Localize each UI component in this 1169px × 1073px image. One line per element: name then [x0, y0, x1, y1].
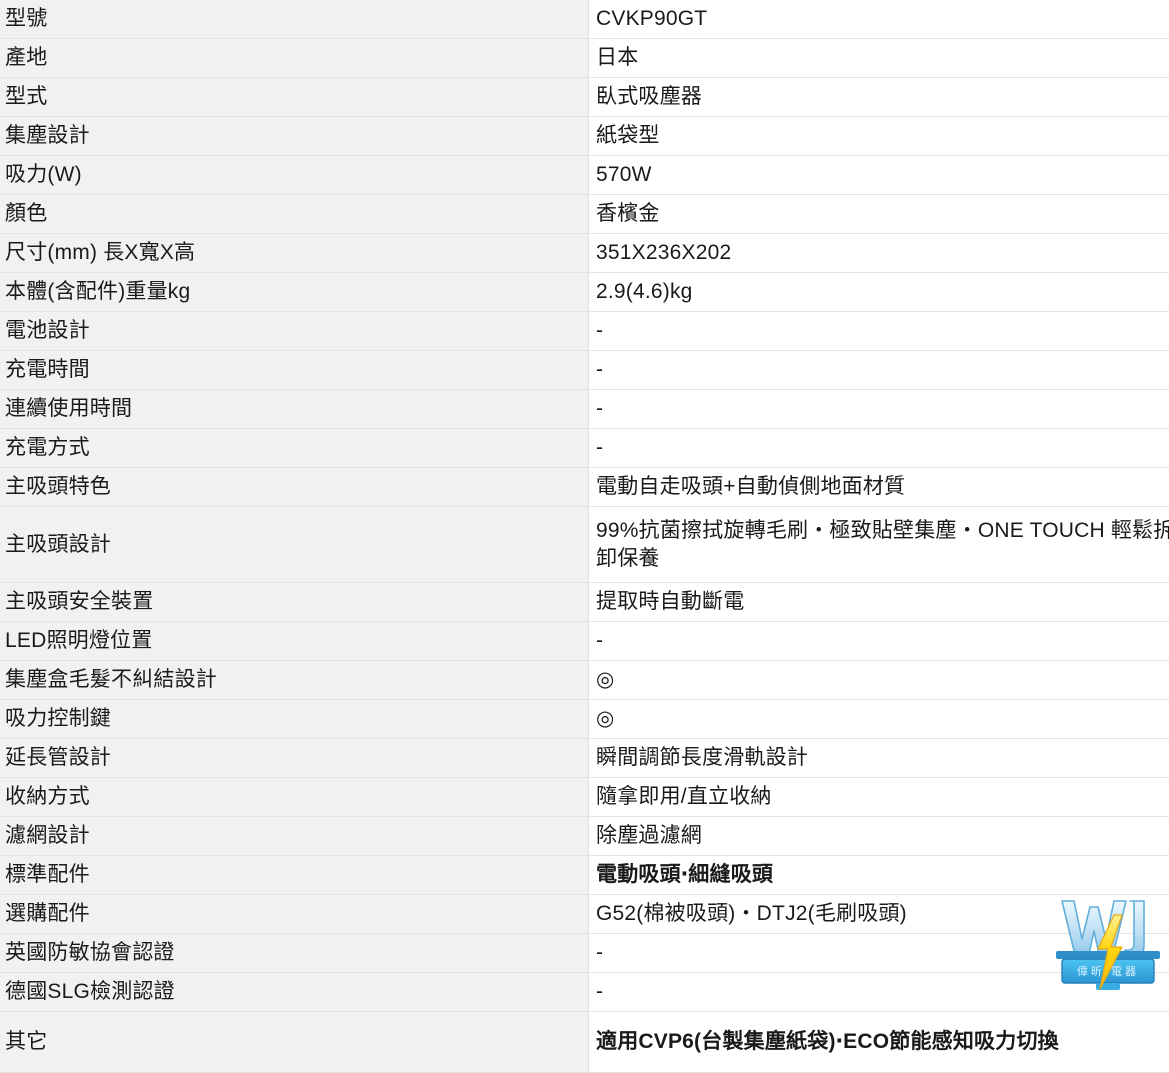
table-row: LED照明燈位置- [0, 622, 1169, 661]
table-row: 產地日本 [0, 39, 1169, 78]
spec-label-cell: 延長管設計 [0, 739, 589, 778]
spec-value-cell: 除塵過濾網 [589, 817, 1169, 856]
spec-label-cell: 濾網設計 [0, 817, 589, 856]
table-row: 延長管設計瞬間調節長度滑軌設計 [0, 739, 1169, 778]
spec-value-cell: - [589, 429, 1169, 468]
table-row: 吸力(W)570W [0, 156, 1169, 195]
table-row: 主吸頭安全裝置提取時自動斷電 [0, 583, 1169, 622]
spec-label-cell: 英國防敏協會認證 [0, 934, 589, 973]
spec-label-cell: 主吸頭安全裝置 [0, 583, 589, 622]
table-row: 選購配件G52(棉被吸頭)・DTJ2(毛刷吸頭) [0, 895, 1169, 934]
spec-value-cell: 適用CVP6(台製集塵紙袋)‧ECO節能感知吸力切換 [589, 1012, 1169, 1073]
table-row: 顏色香檳金 [0, 195, 1169, 234]
table-row: 充電方式- [0, 429, 1169, 468]
spec-label-cell: 充電時間 [0, 351, 589, 390]
spec-label-cell: 本體(含配件)重量kg [0, 273, 589, 312]
spec-label-cell: 充電方式 [0, 429, 589, 468]
spec-label-cell: 集塵盒毛髮不糾結設計 [0, 661, 589, 700]
table-row: 德國SLG檢測認證- [0, 973, 1169, 1012]
spec-value-cell: 瞬間調節長度滑軌設計 [589, 739, 1169, 778]
table-row: 主吸頭設計99%抗菌擦拭旋轉毛刷・極致貼壁集塵・ONE TOUCH 輕鬆拆卸保養 [0, 507, 1169, 583]
spec-value-cell: - [589, 934, 1169, 973]
spec-label-cell: 型式 [0, 78, 589, 117]
spec-value-cell: 提取時自動斷電 [589, 583, 1169, 622]
product-specification-table: 型號CVKP90GT產地日本型式臥式吸塵器集塵設計紙袋型吸力(W)570W顏色香… [0, 0, 1169, 1073]
spec-value-cell: 2.9(4.6)kg [589, 273, 1169, 312]
spec-table-body: 型號CVKP90GT產地日本型式臥式吸塵器集塵設計紙袋型吸力(W)570W顏色香… [0, 0, 1169, 1073]
table-row: 收納方式隨拿即用/直立收納 [0, 778, 1169, 817]
spec-value-cell: 臥式吸塵器 [589, 78, 1169, 117]
spec-value-cell: G52(棉被吸頭)・DTJ2(毛刷吸頭) [589, 895, 1169, 934]
spec-value-cell: 電動吸頭‧細縫吸頭 [589, 856, 1169, 895]
spec-label-cell: 吸力控制鍵 [0, 700, 589, 739]
spec-label-cell: 主吸頭特色 [0, 468, 589, 507]
spec-value-cell: 電動自走吸頭+自動偵側地面材質 [589, 468, 1169, 507]
table-row: 濾網設計除塵過濾網 [0, 817, 1169, 856]
table-row: 連續使用時間- [0, 390, 1169, 429]
table-row: 型號CVKP90GT [0, 0, 1169, 39]
spec-value-cell: 隨拿即用/直立收納 [589, 778, 1169, 817]
spec-label-cell: 電池設計 [0, 312, 589, 351]
spec-value-cell: - [589, 312, 1169, 351]
spec-label-cell: 選購配件 [0, 895, 589, 934]
spec-value-cell: 570W [589, 156, 1169, 195]
spec-label-cell: 收納方式 [0, 778, 589, 817]
spec-label-cell: 尺寸(mm) 長X寬X高 [0, 234, 589, 273]
spec-label-cell: 標準配件 [0, 856, 589, 895]
spec-value-cell: - [589, 351, 1169, 390]
spec-value-cell: - [589, 390, 1169, 429]
spec-label-cell: 集塵設計 [0, 117, 589, 156]
table-row: 其它適用CVP6(台製集塵紙袋)‧ECO節能感知吸力切換 [0, 1012, 1169, 1073]
table-row: 英國防敏協會認證- [0, 934, 1169, 973]
spec-value-cell: 351X236X202 [589, 234, 1169, 273]
spec-value-cell: ◎ [589, 661, 1169, 700]
table-row: 本體(含配件)重量kg2.9(4.6)kg [0, 273, 1169, 312]
spec-value-cell: 香檳金 [589, 195, 1169, 234]
table-row: 尺寸(mm) 長X寬X高351X236X202 [0, 234, 1169, 273]
table-row: 吸力控制鍵◎ [0, 700, 1169, 739]
spec-label-cell: 連續使用時間 [0, 390, 589, 429]
spec-value-cell: - [589, 973, 1169, 1012]
spec-value-cell: 99%抗菌擦拭旋轉毛刷・極致貼壁集塵・ONE TOUCH 輕鬆拆卸保養 [589, 507, 1169, 583]
table-row: 電池設計- [0, 312, 1169, 351]
spec-value-cell: ◎ [589, 700, 1169, 739]
table-row: 集塵盒毛髮不糾結設計◎ [0, 661, 1169, 700]
spec-value-cell: 日本 [589, 39, 1169, 78]
spec-label-cell: 德國SLG檢測認證 [0, 973, 589, 1012]
table-row: 型式臥式吸塵器 [0, 78, 1169, 117]
spec-label-cell: 主吸頭設計 [0, 507, 589, 583]
spec-label-cell: LED照明燈位置 [0, 622, 589, 661]
spec-label-cell: 產地 [0, 39, 589, 78]
spec-value-cell: CVKP90GT [589, 0, 1169, 39]
spec-label-cell: 顏色 [0, 195, 589, 234]
spec-label-cell: 型號 [0, 0, 589, 39]
table-row: 集塵設計紙袋型 [0, 117, 1169, 156]
table-row: 標準配件電動吸頭‧細縫吸頭 [0, 856, 1169, 895]
spec-label-cell: 其它 [0, 1012, 589, 1073]
spec-label-cell: 吸力(W) [0, 156, 589, 195]
table-row: 主吸頭特色電動自走吸頭+自動偵側地面材質 [0, 468, 1169, 507]
spec-value-cell: 紙袋型 [589, 117, 1169, 156]
spec-value-cell: - [589, 622, 1169, 661]
table-row: 充電時間- [0, 351, 1169, 390]
